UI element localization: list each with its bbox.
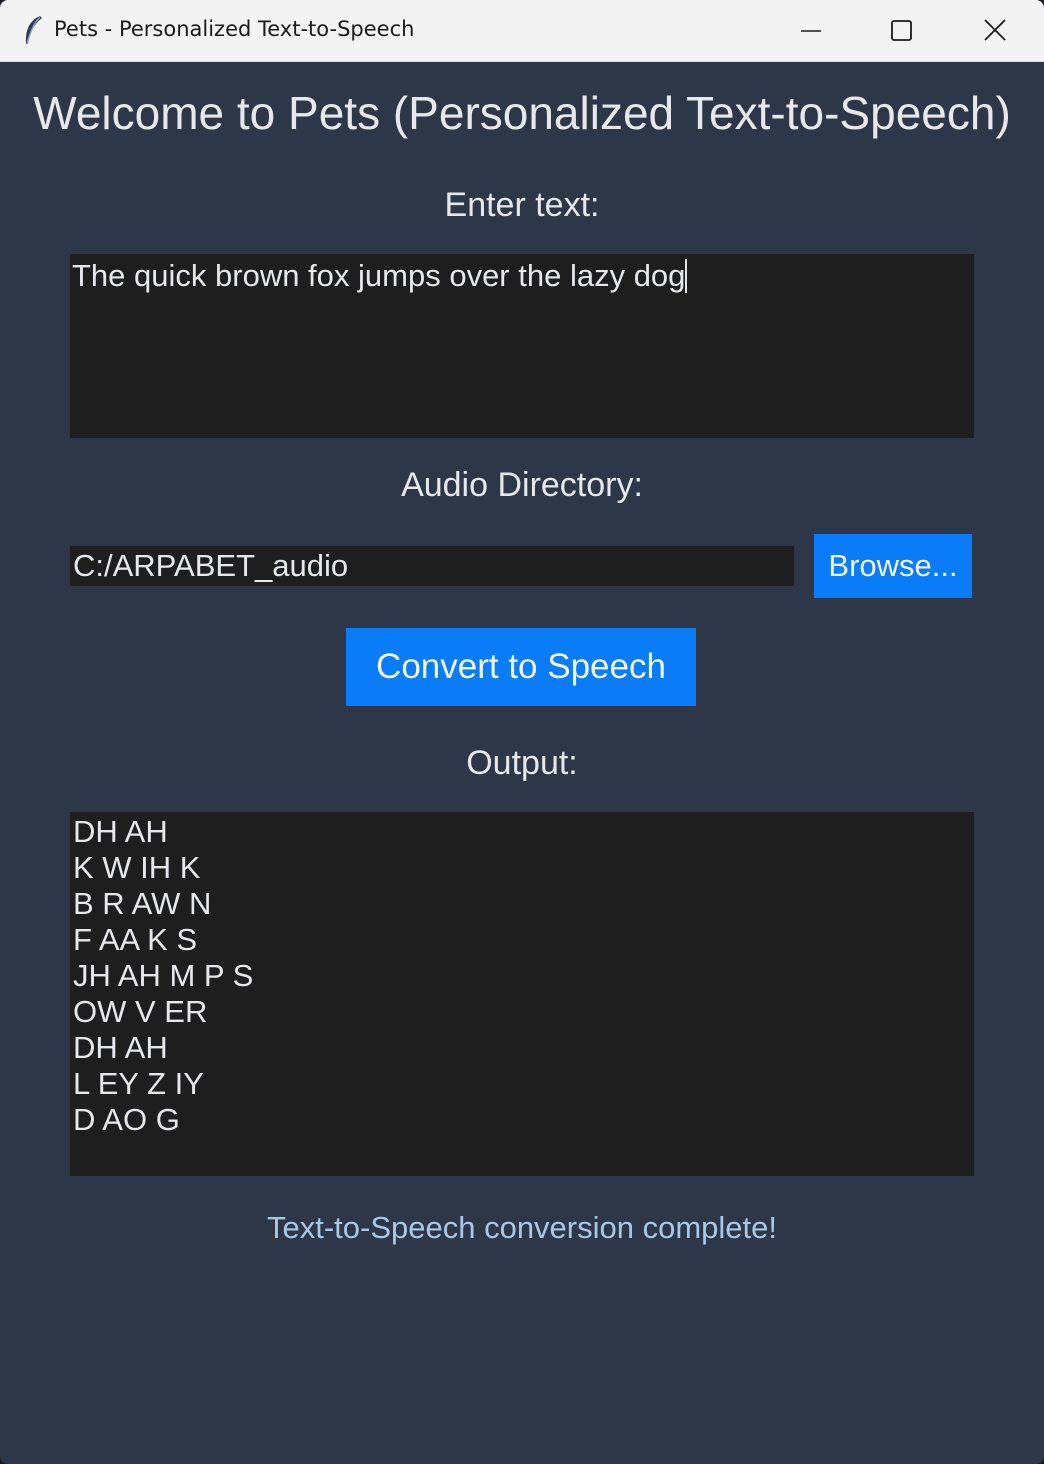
output-line: DH AH [73,814,168,849]
text-caret [685,259,688,293]
output-line: DH AH [73,1030,168,1065]
audio-directory-label: Audio Directory: [401,466,643,504]
enter-text-label: Enter text: [444,186,600,224]
audio-directory-input[interactable]: C:/ARPABET_audio [70,546,794,586]
output-line: JH AH M P S [73,958,254,993]
status-message: Text-to-Speech conversion complete! [266,1210,778,1245]
maximize-button[interactable] [856,0,948,62]
text-input[interactable]: The quick brown fox jumps over the lazy … [70,254,974,438]
text-input-value: The quick brown fox jumps over the lazy … [72,258,686,293]
output-line: L EY Z IY [73,1066,204,1101]
output-line: B R AW N [73,886,212,921]
title-bar[interactable]: Pets - Personalized Text-to-Speech [0,0,1044,62]
output-label: Output: [466,744,578,782]
window-title: Pets - Personalized Text-to-Speech [54,17,415,41]
feather-icon [22,14,44,48]
output-line: F AA K S [73,922,198,957]
output-line: D AO G [73,1102,180,1137]
convert-to-speech-button[interactable]: Convert to Speech [346,628,696,706]
browse-button[interactable]: Browse... [814,534,972,598]
page-title: Welcome to Pets (Personalized Text-to-Sp… [33,87,1011,139]
output-line: OW V ER [73,994,208,1029]
output-line: K W IH K [73,850,201,885]
output-text-area[interactable]: DH AH K W IH K B R AW N F AA K S JH AH M… [70,812,974,1176]
close-button[interactable] [948,0,1040,62]
minimize-button[interactable] [765,0,857,62]
app-window: Pets - Personalized Text-to-Speech Welco… [0,0,1044,1464]
